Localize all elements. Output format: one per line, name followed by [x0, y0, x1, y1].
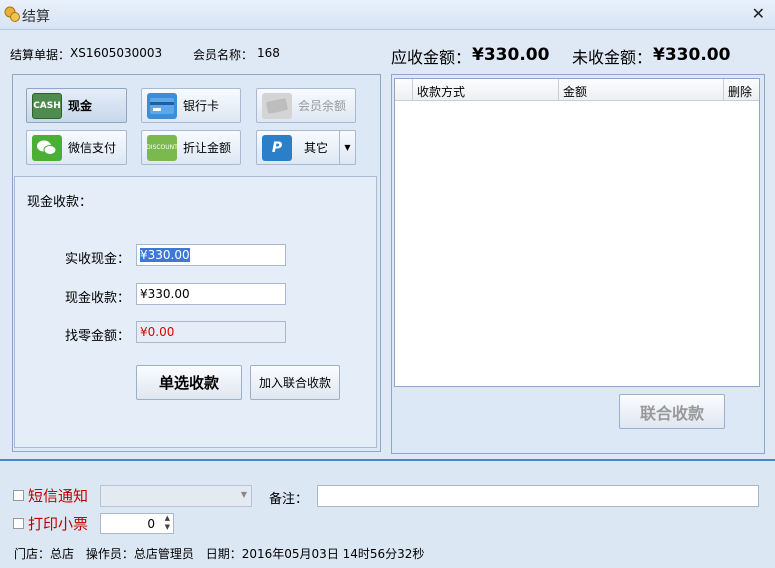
- discount-button[interactable]: DISCOUNT 折让金额: [141, 130, 241, 165]
- member-balance-button[interactable]: 会员余额: [256, 88, 356, 123]
- order-number: XS1605030003: [70, 46, 163, 60]
- status-line: 门店：总店 操作员：总店管理员 日期：2016年05月03日 14时56分32秒: [14, 545, 424, 562]
- chevron-down-icon: ▼: [240, 490, 247, 499]
- date-value: 2016年05月03日 14时56分32秒: [241, 547, 425, 561]
- cash-form-title: 现金收款：: [27, 195, 93, 210]
- close-icon[interactable]: ✕: [752, 4, 765, 23]
- received-cash-label: 实收现金：: [65, 252, 131, 267]
- due-amount: ¥330.00: [472, 45, 550, 65]
- cash-form: 现金收款： 实收现金： ¥330.00 现金收款： ¥330.00 找零金额： …: [14, 176, 377, 448]
- discount-button-label: 折让金额: [183, 141, 232, 155]
- cash-amount-input[interactable]: ¥330.00: [136, 283, 286, 305]
- change-amount-field: ¥0.00: [136, 321, 286, 343]
- member-name: 168: [257, 46, 280, 60]
- wechat-icon: [32, 134, 62, 161]
- add-combined-payment-button[interactable]: 加入联合收款: [250, 365, 340, 400]
- bank-card-icon: [147, 92, 177, 119]
- cash-icon: CASH: [32, 92, 62, 119]
- operator-label: 操作员：: [85, 547, 134, 561]
- member-balance-icon: [262, 92, 292, 119]
- store-label: 门店：: [14, 547, 51, 561]
- other-payment-button-label: 其它: [304, 141, 329, 155]
- member-balance-button-label: 会员余额: [298, 99, 347, 113]
- wechat-pay-button[interactable]: 微信支付: [26, 130, 127, 165]
- coins-icon: [4, 6, 20, 22]
- chevron-down-icon: ▼: [344, 143, 351, 152]
- combined-payment-button[interactable]: 联合收款: [619, 394, 725, 429]
- grid-col-delete[interactable]: 删除: [724, 79, 759, 101]
- print-count-stepper[interactable]: 0 ▲ ▼: [100, 513, 174, 534]
- paypal-icon: P: [262, 134, 292, 161]
- grid-col-amount[interactable]: 金额: [559, 79, 724, 101]
- member-label: 会员名称：: [193, 48, 254, 62]
- sms-template-select[interactable]: ▼: [100, 485, 252, 507]
- cash-button-label: 现金: [68, 99, 93, 113]
- window-title: 结算: [22, 9, 50, 25]
- change-amount-label: 找零金额：: [65, 329, 131, 344]
- wechat-pay-button-label: 微信支付: [68, 141, 117, 155]
- date-label: 日期：: [205, 547, 242, 561]
- combined-payment-panel: 收款方式 金额 删除 联合收款: [391, 74, 765, 454]
- due-label: 应收金额：: [391, 48, 472, 67]
- operator-value: 总店管理员: [133, 547, 194, 561]
- print-receipt-label: 打印小票: [28, 515, 89, 533]
- unpaid-amount: ¥330.00: [653, 45, 731, 65]
- payment-panel: CASH 现金 银行卡 会员余额 微信支付 DISCOUNT 折让金额 P 其它…: [12, 74, 381, 452]
- print-receipt-checkbox[interactable]: [13, 518, 24, 529]
- sms-label: 短信通知: [28, 487, 89, 505]
- stepper-arrows-icon[interactable]: ▲ ▼: [165, 514, 170, 532]
- store-value: 总店: [50, 547, 75, 561]
- payment-grid[interactable]: 收款方式 金额 删除: [394, 78, 760, 387]
- cash-button[interactable]: CASH 现金: [26, 88, 127, 123]
- other-payment-dropdown[interactable]: ▼: [339, 130, 356, 165]
- footer-area: 短信通知 ▼ 备注： 打印小票 0 ▲ ▼ 门店：总店 操作员：总店管理员 日期：…: [0, 459, 775, 568]
- grid-col-method[interactable]: 收款方式: [413, 79, 559, 101]
- discount-icon: DISCOUNT: [146, 134, 178, 161]
- print-count-value: 0: [147, 517, 155, 531]
- note-input[interactable]: [317, 485, 759, 507]
- single-payment-button[interactable]: 单选收款: [136, 365, 242, 400]
- grid-row-header: [395, 79, 413, 101]
- order-label: 结算单据：: [10, 48, 71, 62]
- bank-card-button-label: 银行卡: [183, 99, 220, 113]
- note-label: 备注：: [269, 492, 309, 507]
- unpaid-label: 未收金额：: [572, 48, 653, 67]
- sms-checkbox[interactable]: [13, 490, 24, 501]
- cash-amount-label: 现金收款：: [65, 291, 131, 306]
- bank-card-button[interactable]: 银行卡: [141, 88, 241, 123]
- title-bar: 结算 ✕: [0, 0, 775, 30]
- received-cash-input[interactable]: ¥330.00: [136, 244, 286, 266]
